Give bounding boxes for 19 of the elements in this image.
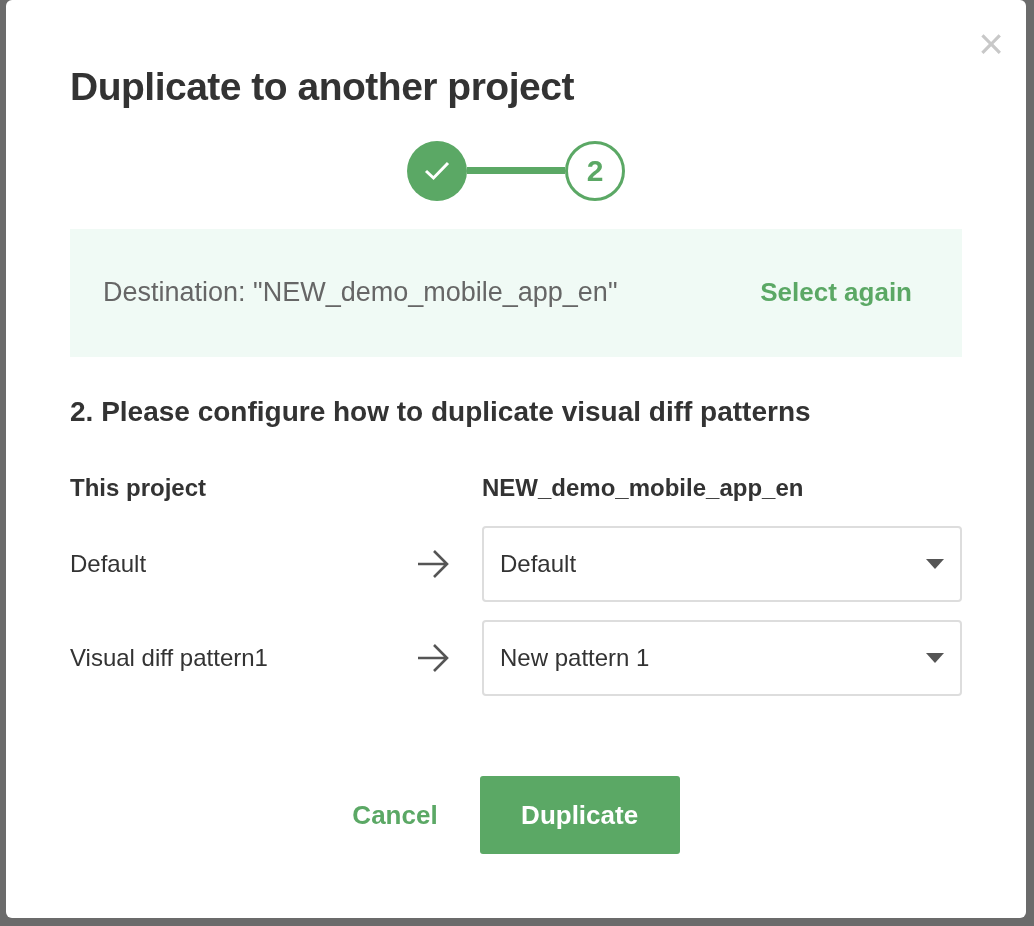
arrow-icon	[416, 643, 450, 674]
close-button[interactable]: ×	[978, 22, 1004, 66]
pattern-dropdown[interactable]: New pattern 1	[482, 620, 962, 697]
check-icon	[424, 160, 450, 181]
select-again-link[interactable]: Select again	[760, 273, 912, 313]
step-circle: 2	[565, 140, 625, 201]
source-pattern: Visual diff pattern1	[70, 643, 269, 674]
arrow-icon	[416, 549, 450, 580]
caret-icon	[926, 559, 944, 570]
duplicate-button[interactable]: Duplicate	[479, 776, 680, 855]
cancel-button[interactable]: Cancel	[352, 795, 438, 835]
dialog-title: Duplicate to another project	[70, 64, 575, 110]
pattern-dropdown[interactable]: Default	[482, 526, 962, 603]
caret-icon	[926, 653, 944, 664]
column-header: This project	[70, 473, 208, 504]
column-header: NEW_demo_mobile_app_en	[482, 473, 805, 504]
destination-text: Destination: "NEW_demo_mobile_app_en"	[103, 275, 619, 309]
section-heading: 2. Please configure how to duplicate visual diff patterns	[70, 394, 812, 429]
source-pattern: Default	[70, 549, 148, 580]
